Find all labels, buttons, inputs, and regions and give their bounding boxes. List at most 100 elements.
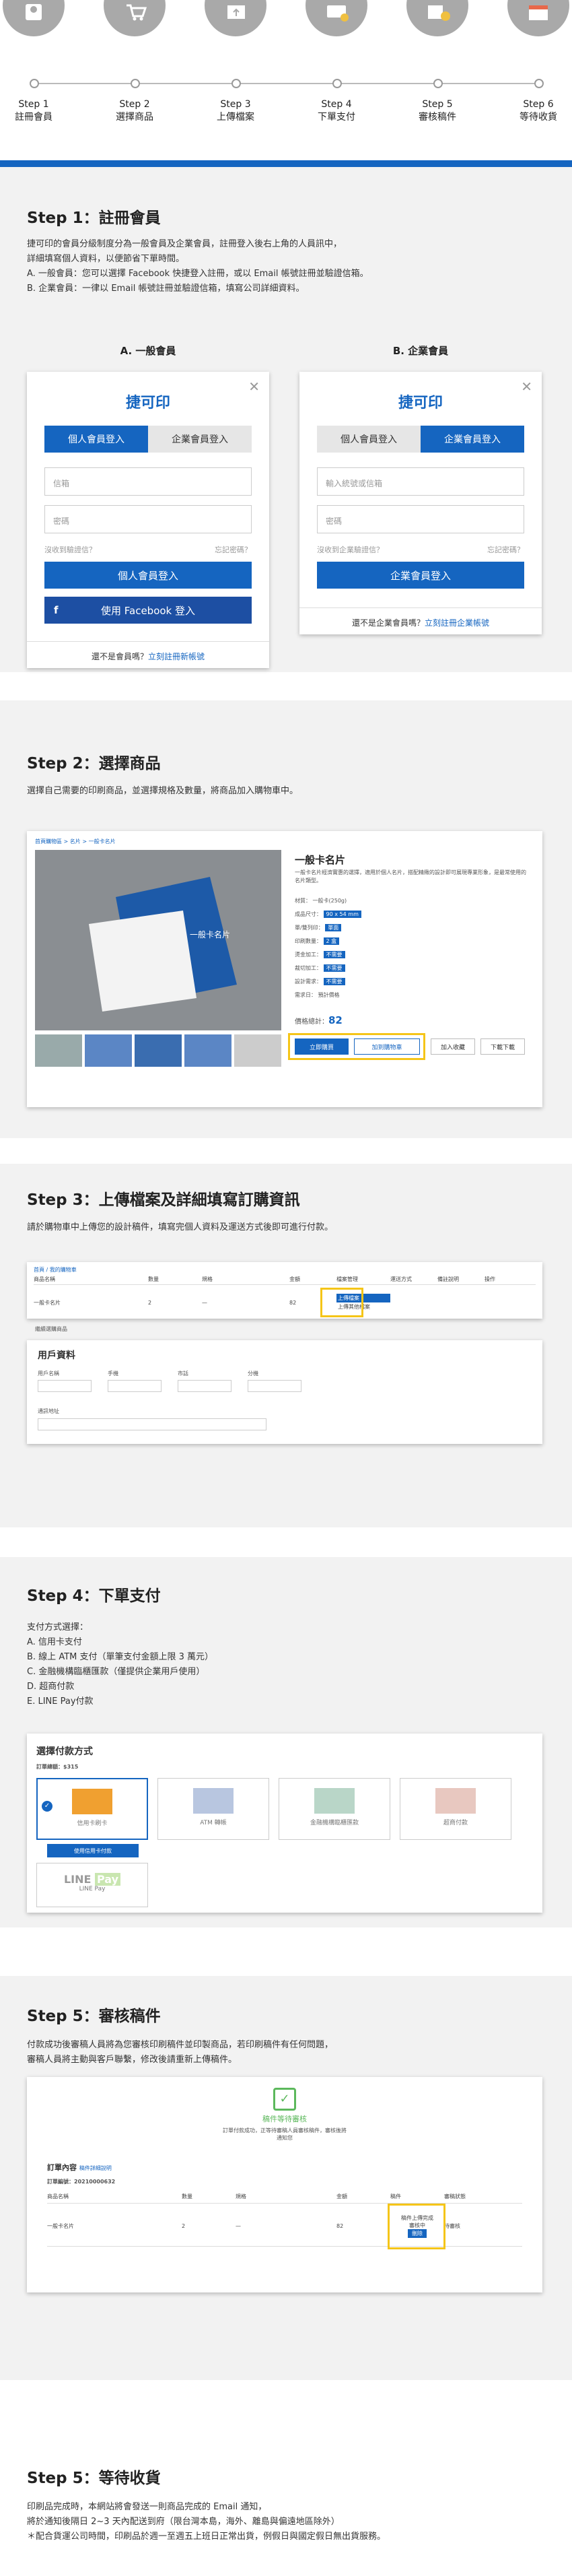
step-2[interactable]: Step 2 選擇商品 xyxy=(101,0,168,123)
password-field[interactable]: 密碼 xyxy=(317,505,524,533)
label-a: A. 一般會員 xyxy=(120,345,176,357)
spec-label: 設計需求： xyxy=(295,979,322,985)
option-label: ATM 轉帳 xyxy=(200,1820,227,1826)
register-link[interactable]: 立刻註冊新帳號 xyxy=(148,652,205,661)
resend-link[interactable]: 沒收到驗證信？ xyxy=(44,546,96,554)
step-num: Step 4 xyxy=(321,99,352,110)
spec-label: 單/雙列印： xyxy=(295,925,324,931)
desc-line: 捷可印的會員分級制度分為一般會員及企業會員，註冊登入後右上角的人員訊中， xyxy=(27,239,343,249)
thumbnail[interactable] xyxy=(85,1034,132,1067)
forgot-password-link[interactable]: 忘記密碼？ xyxy=(215,544,252,555)
spec-value[interactable]: 一般卡(250g) xyxy=(313,898,347,904)
row-amount: 82 xyxy=(336,2223,344,2229)
col-header: 運送方式 xyxy=(390,1276,412,1282)
taxid-email-field[interactable]: 輸入統號或信箱 xyxy=(317,467,524,496)
cart-table: 首頁 / 我的購物車 商品名稱 數量 規格 金額 檔案管理 運送方式 備註說明 操作 一般卡名… xyxy=(27,1262,542,1319)
step-3[interactable]: Step 3 上傳檔案 xyxy=(202,0,269,123)
personal-login-button[interactable]: 個人會員登入 xyxy=(44,562,252,589)
business-login-button[interactable]: 企業會員登入 xyxy=(317,562,524,589)
product-image: 一般卡名片 xyxy=(35,850,281,1030)
confirm-payment-button[interactable]: 使用信用卡付款 xyxy=(47,1844,139,1857)
name-input[interactable] xyxy=(38,1380,92,1392)
thumbnail[interactable] xyxy=(35,1034,82,1067)
phone-input[interactable] xyxy=(178,1380,231,1392)
spec-value[interactable]: 不需要 xyxy=(323,978,345,985)
review-status: ✓ 稿件等待審核 訂單付款成功，正等待審稿人員審核稿件，審核後將通知您 xyxy=(27,2088,542,2144)
step-1[interactable]: Step 1 註冊會員 xyxy=(0,0,67,123)
cart-breadcrumb[interactable]: 首頁 / 我的購物車 xyxy=(34,1266,77,1274)
add-to-cart-button[interactable]: 加到購物車 xyxy=(354,1038,420,1055)
step5-title: Step 5：審核稿件 xyxy=(27,2008,161,2025)
payment-card: 選擇付款方式 訂單總額：$315 ✓ 信用卡刷卡 ATM 轉帳 金融機構臨櫃匯款… xyxy=(27,1733,542,1913)
desc-line: 支付方式選擇： xyxy=(27,1622,89,1632)
order-help-link[interactable]: 稿件詳細說明 xyxy=(79,2165,112,2171)
breadcrumb[interactable]: 首頁購物區 > 名片 > 一般卡名片 xyxy=(35,838,116,845)
atm-icon xyxy=(193,1788,234,1814)
password-field[interactable]: 密碼 xyxy=(44,505,252,533)
email-field[interactable]: 信箱 xyxy=(44,467,252,496)
spec-value[interactable]: 90 x 54 mm xyxy=(323,911,361,918)
upload-icon xyxy=(205,0,266,36)
buy-now-button[interactable]: 立即購買 xyxy=(295,1038,349,1055)
step5-desc: 付款成功後審稿人員將為您審核印刷稿件並印製商品，若印刷稿件有任何問題， 審稿人員… xyxy=(27,2038,333,2068)
option-label: 超商付款 xyxy=(443,1820,468,1826)
download-button[interactable]: 下載下載 xyxy=(480,1038,525,1055)
register-text: 還不是會員嗎？ xyxy=(91,652,148,661)
register-prompt: 還不是會員嗎？立刻註冊新帳號 xyxy=(27,641,269,668)
step-name: 選擇商品 xyxy=(116,112,153,123)
continue-shopping[interactable]: 繼續選購商品 xyxy=(35,1325,67,1333)
table-row: 一般卡名片 2—82 上傳檔案 上傳其他檔案 xyxy=(34,1288,536,1317)
linepay-option[interactable]: LINE Pay LINE Pay xyxy=(36,1863,148,1907)
atm-option[interactable]: ATM 轉帳 xyxy=(157,1778,269,1840)
review-icon xyxy=(406,0,468,36)
status-desc: 訂單付款成功，正等待審稿人員審核稿件，審核後將通知您 xyxy=(223,2127,347,2141)
step-name: 等待收貨 xyxy=(520,112,557,123)
tab-business[interactable]: 企業會員登入 xyxy=(148,426,252,453)
user-info-card: 用戶資料 用戶名稱 手機 市話 分機 通訊地址 xyxy=(27,1340,542,1444)
step-name: 上傳檔案 xyxy=(217,112,254,123)
spec-value[interactable]: 單面 xyxy=(325,924,342,931)
step-num: Step 1 xyxy=(18,99,49,110)
address-input[interactable] xyxy=(38,1418,266,1430)
spec-value[interactable]: 不需要 xyxy=(323,951,345,958)
step6-section: Step 5：等待收貨 印刷品完成時，本網站將會發送一則商品完成的 Email … xyxy=(0,2380,572,2576)
step4-desc: 支付方式選擇： A. 信用卡支付 B. 線上 ATM 支付（單筆支付金額上限 3… xyxy=(27,1620,213,1709)
product-page: 首頁購物區 > 名片 > 一般卡名片 一般卡名片 一般卡名片 一般卡名片經濟實惠… xyxy=(27,831,542,1107)
tab-personal[interactable]: 個人會員登入 xyxy=(44,426,148,453)
step2-title: Step 2：選擇商品 xyxy=(27,755,161,772)
step-bar: Step 1 註冊會員 Step 2 選擇商品 Step 3 上傳檔案 Step 4 下… xyxy=(0,0,572,162)
convenience-store-option[interactable]: 超商付款 xyxy=(400,1778,511,1840)
step-dot xyxy=(433,79,443,88)
step-name: 註冊會員 xyxy=(15,112,52,123)
price-row: 價格總計：82 xyxy=(295,1014,343,1026)
register-link[interactable]: 立刻註冊企業帳號 xyxy=(425,618,489,628)
spec-value[interactable]: 不需要 xyxy=(323,964,345,972)
register-prompt: 還不是企業會員嗎？立刻註冊企業帳號 xyxy=(299,607,542,634)
tab-business[interactable]: 企業會員登入 xyxy=(421,426,524,453)
step-5[interactable]: Step 5 審核稿件 xyxy=(404,0,471,123)
step-dot xyxy=(131,79,140,88)
thumbnail[interactable] xyxy=(135,1034,182,1067)
spec-value[interactable]: 2 盒 xyxy=(323,937,340,945)
review-card: ✓ 稿件等待審核 訂單付款成功，正等待審稿人員審核稿件，審核後將通知您 訂單內容… xyxy=(27,2077,542,2292)
mobile-input[interactable] xyxy=(108,1380,162,1392)
spec-table: 材質： 一般卡(250g) 成品尺寸： 90 x 54 mm 單/雙列印： 單面… xyxy=(295,897,530,1005)
credit-card-option[interactable]: ✓ 信用卡刷卡 xyxy=(36,1778,148,1840)
thumbnail[interactable] xyxy=(234,1034,281,1067)
desc-line: A. 信用卡支付 xyxy=(27,1637,82,1647)
address-label: 通訊地址 xyxy=(38,1408,59,1414)
thumbnail[interactable] xyxy=(184,1034,231,1067)
price-value: 82 xyxy=(328,1014,343,1026)
forgot-password-link[interactable]: 忘記密碼？ xyxy=(487,544,524,555)
row-status: 待審核 xyxy=(444,2223,460,2229)
facebook-login-button[interactable]: f 使用 Facebook 登入 xyxy=(44,597,252,624)
favorite-button[interactable]: 加入收藏 xyxy=(431,1038,475,1055)
tab-personal[interactable]: 個人會員登入 xyxy=(317,426,421,453)
desc-line: D. 超商付款 xyxy=(27,1682,75,1692)
resend-link[interactable]: 沒收到企業驗證信？ xyxy=(317,546,384,554)
col-header: 審稿狀態 xyxy=(444,2193,466,2200)
step-4[interactable]: Step 4 下單支付 xyxy=(303,0,370,123)
step-6[interactable]: Step 6 等待收貨 xyxy=(505,0,572,123)
ext-input[interactable] xyxy=(248,1380,301,1392)
bank-transfer-option[interactable]: 金融機構臨櫃匯款 xyxy=(279,1778,390,1840)
